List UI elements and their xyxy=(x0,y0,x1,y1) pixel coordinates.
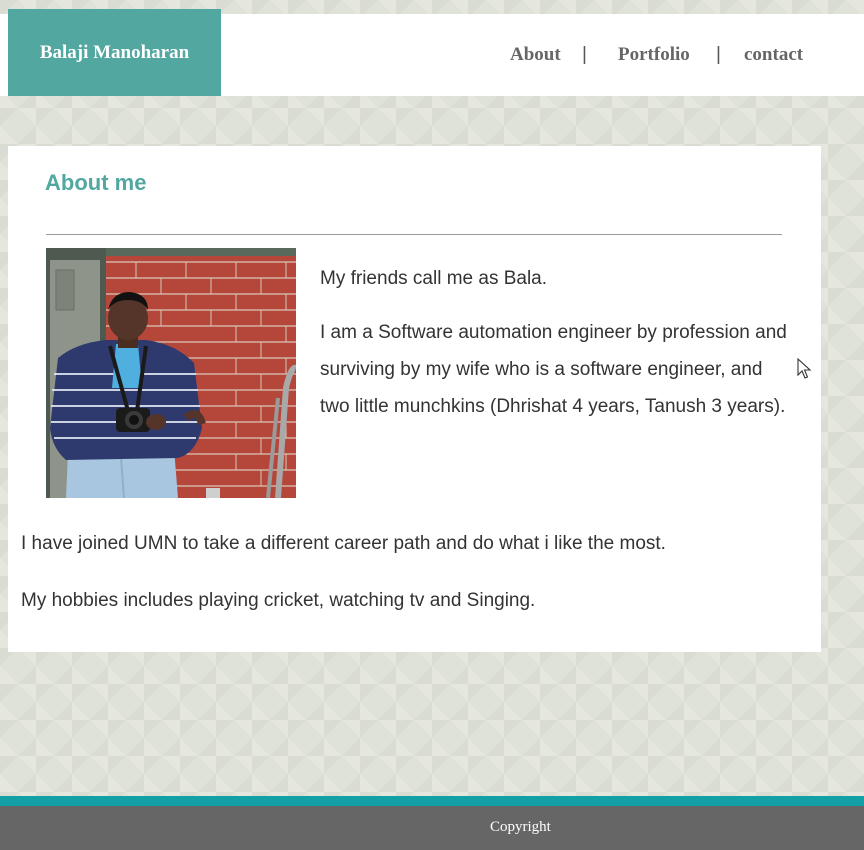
bio-career: I have joined UMN to take a different ca… xyxy=(21,533,666,554)
about-card: About me My friends call me as Bala. I a… xyxy=(8,146,821,652)
copyright-text: Copyright xyxy=(490,819,551,835)
mouse-cursor-icon xyxy=(797,357,813,380)
footer-stripe xyxy=(0,796,864,806)
page-title: About me xyxy=(45,170,147,195)
bio-profession: I am a Software automation engineer by p… xyxy=(320,322,787,417)
site-brand[interactable]: Balaji Manoharan xyxy=(8,9,221,96)
nav-about-link[interactable]: About xyxy=(510,42,561,68)
nav-contact-link[interactable]: contact xyxy=(744,42,803,68)
footer: Copyright xyxy=(0,806,864,850)
title-divider xyxy=(46,234,782,235)
nav-portfolio-link[interactable]: Portfolio xyxy=(618,42,690,68)
bio-hobbies: My hobbies includes playing cricket, wat… xyxy=(21,590,536,611)
nav-separator: | xyxy=(716,44,721,65)
profile-photo xyxy=(46,248,296,498)
bio-intro: My friends call me as Bala. xyxy=(320,268,548,289)
nav-separator: | xyxy=(582,44,587,65)
